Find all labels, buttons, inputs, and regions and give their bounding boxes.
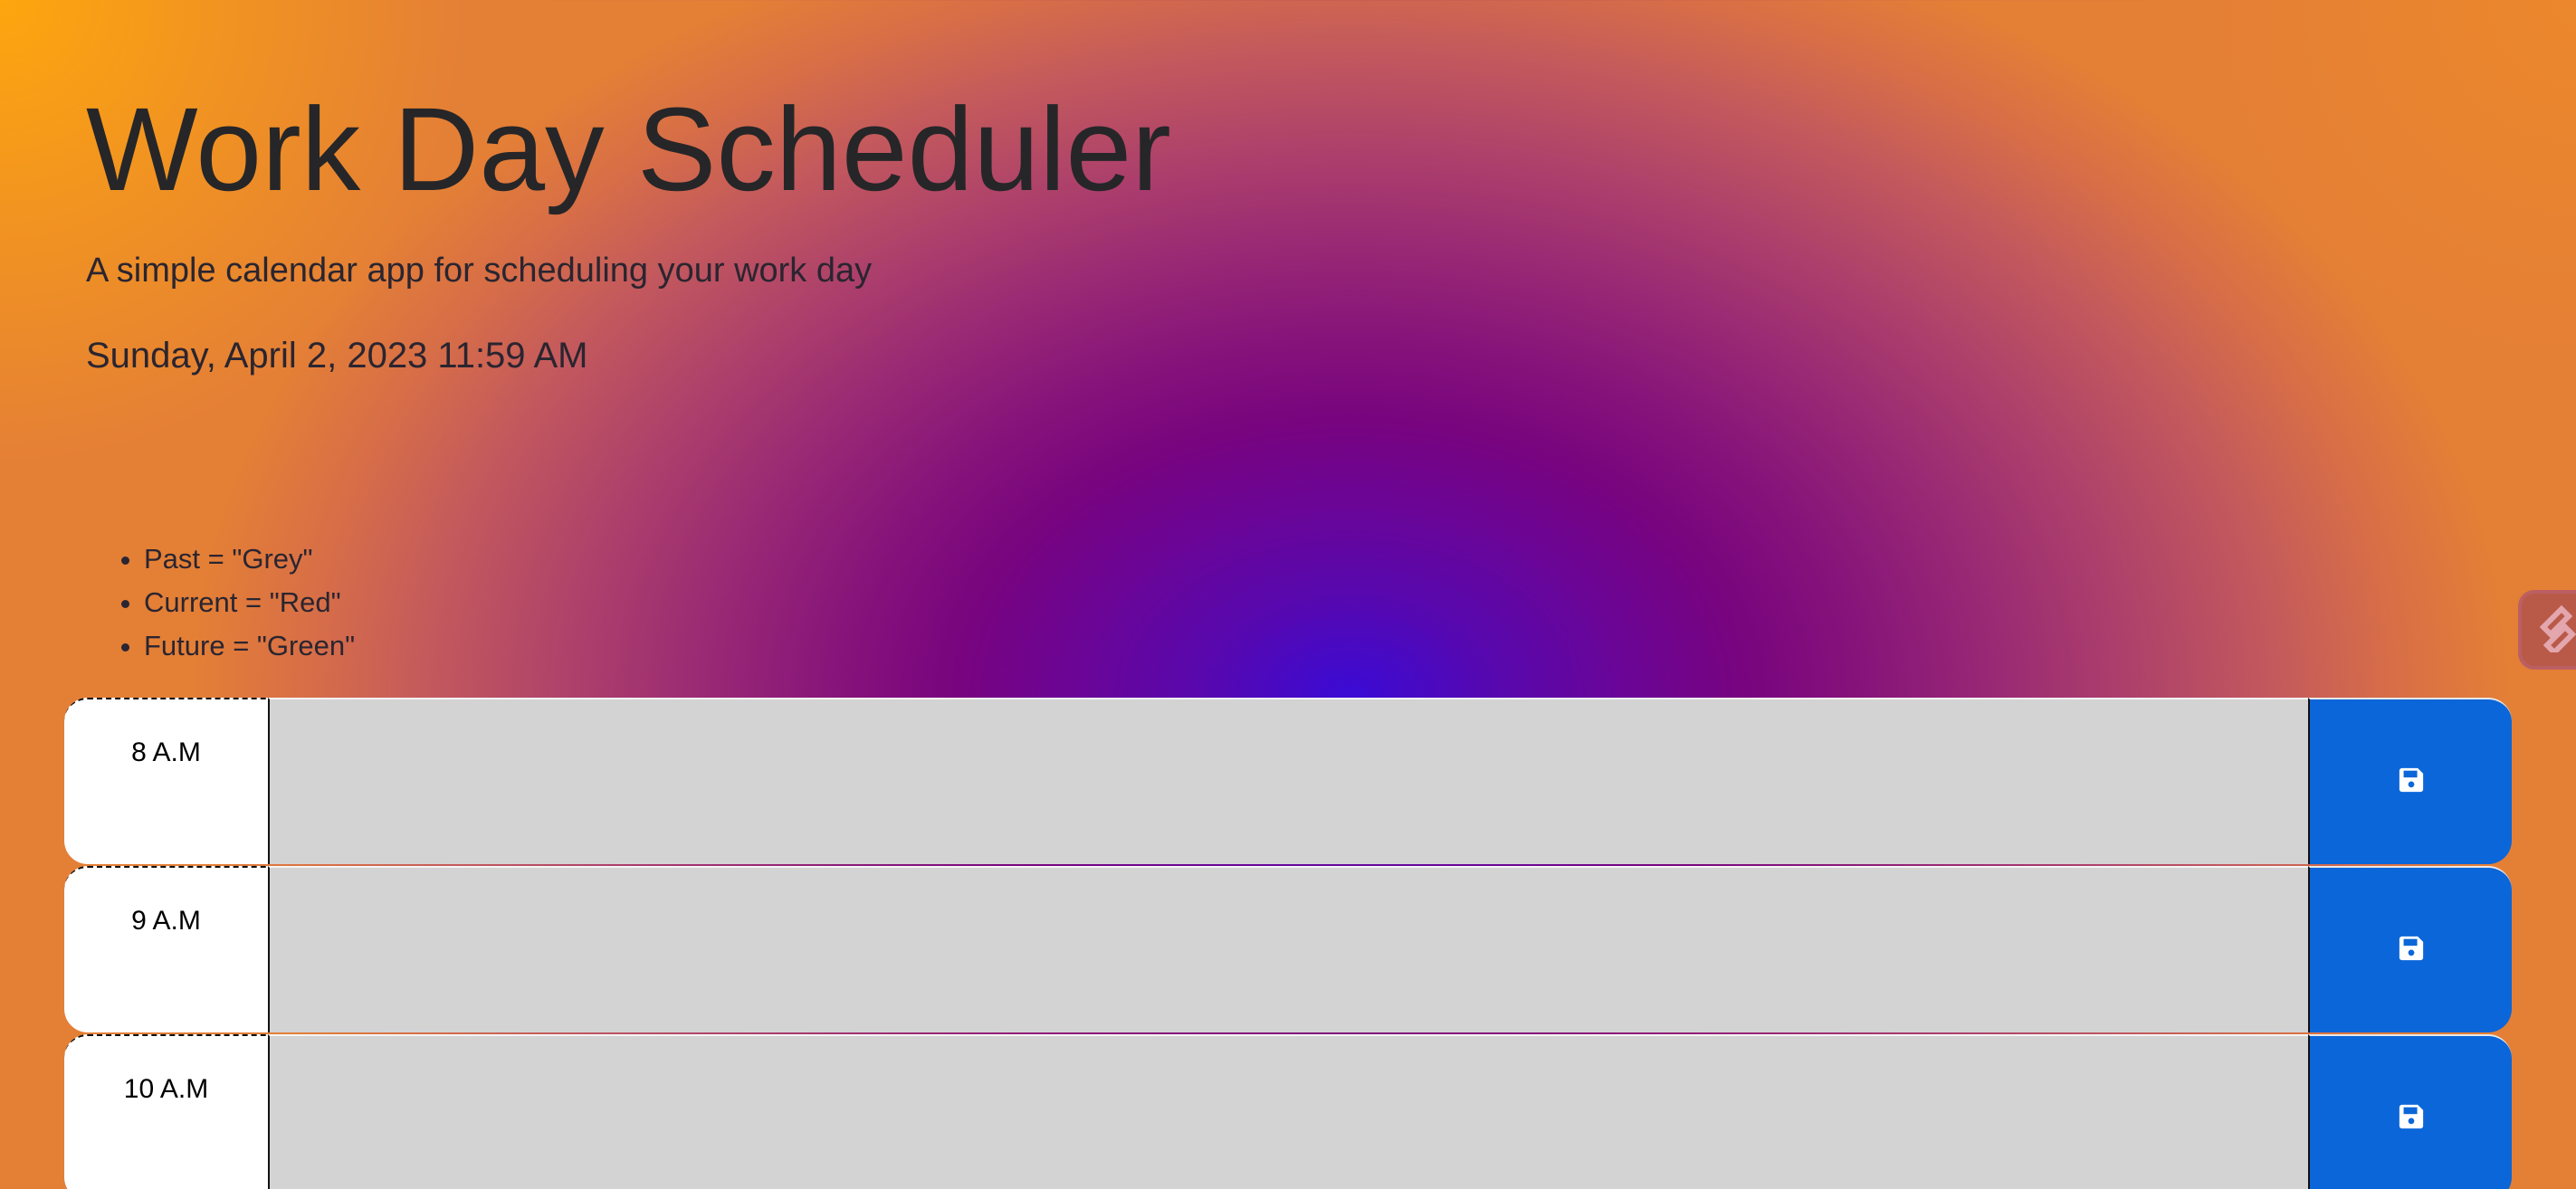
hour-label: 9 A.M	[64, 866, 268, 1032]
hour-label: 8 A.M	[64, 698, 268, 864]
hour-label: 10 A.M	[64, 1034, 268, 1189]
page-subtitle: A simple calendar app for scheduling you…	[86, 251, 873, 290]
floppy-disk-icon	[2398, 766, 2425, 798]
time-block-10: 10 A.M	[64, 1034, 2512, 1189]
color-legend: Past = "Grey" Current = "Red" Future = "…	[86, 537, 355, 668]
save-button[interactable]	[2308, 866, 2512, 1032]
save-button[interactable]	[2308, 698, 2512, 864]
task-description-input[interactable]	[268, 1034, 2308, 1189]
page-header: Work Day Scheduler A simple calendar app…	[86, 87, 1171, 376]
legend-item-current: Current = "Red"	[144, 581, 355, 624]
task-description-input[interactable]	[268, 866, 2308, 1032]
time-block-9: 9 A.M	[64, 866, 2512, 1034]
extension-widget[interactable]	[2518, 590, 2576, 670]
save-button[interactable]	[2308, 1034, 2512, 1189]
task-description-input[interactable]	[268, 698, 2308, 864]
current-day-display: Sunday, April 2, 2023 11:59 AM	[86, 335, 588, 376]
page-title: Work Day Scheduler	[86, 82, 1171, 215]
floppy-disk-icon	[2398, 1103, 2425, 1135]
extension-pen-icon	[2538, 604, 2576, 657]
time-block-8: 8 A.M	[64, 698, 2512, 866]
legend-item-future: Future = "Green"	[144, 624, 355, 668]
floppy-disk-icon	[2398, 935, 2425, 966]
legend-item-past: Past = "Grey"	[144, 537, 355, 581]
time-block-list: 8 A.M 9 A.M 10 A.M	[64, 698, 2512, 1189]
